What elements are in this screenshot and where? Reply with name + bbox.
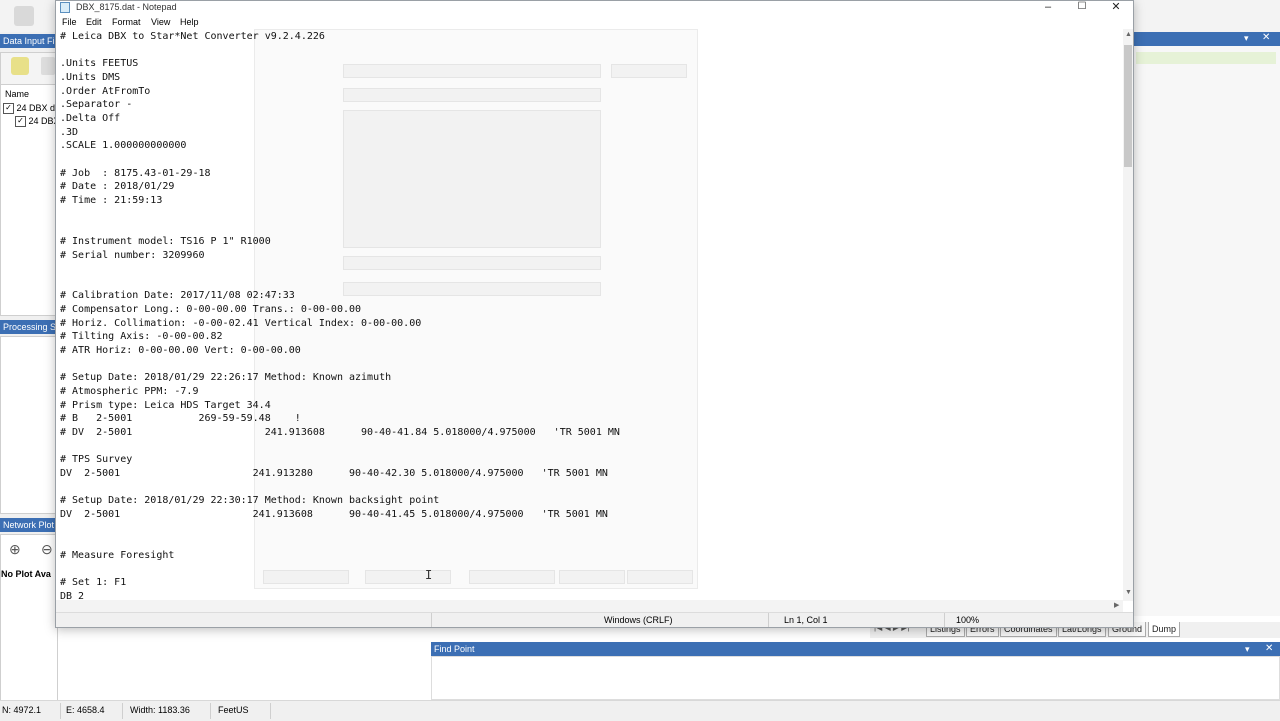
text-editor[interactable]: # Leica DBX to Star*Net Converter v9.2.4…	[60, 30, 1124, 600]
tree-item[interactable]: ✓ 24 DBX	[15, 116, 60, 128]
network-plot-pane-title: Network Plot	[0, 518, 58, 532]
menu-bar: File Edit Format View Help	[56, 15, 1133, 29]
notepad-status-bar: Windows (CRLF) Ln 1, Col 1 100%	[56, 612, 1133, 627]
pin-icon[interactable]: ▾	[1245, 642, 1250, 656]
text-cursor-icon: I	[425, 568, 433, 582]
right-pane	[1134, 46, 1280, 616]
close-pane-icon[interactable]: ✕	[1262, 32, 1270, 43]
star-icon[interactable]	[11, 57, 29, 75]
tab-dump[interactable]: Dump	[1148, 622, 1181, 637]
column-header-name: Name	[5, 89, 30, 99]
status-north: N: 4972.1	[2, 705, 42, 715]
scroll-down-icon[interactable]: ▼	[1125, 589, 1132, 597]
tree-item[interactable]: ✓ 24 DBX de	[3, 103, 60, 115]
status-line-ending: Windows (CRLF)	[604, 615, 673, 625]
notepad-window[interactable]: DBX_8175.dat - Notepad – ☐ ✕ File Edit F…	[55, 0, 1134, 628]
status-zoom: 100%	[956, 615, 980, 625]
no-plot-text: No Plot Ava	[1, 569, 51, 579]
processing-pane	[0, 336, 58, 514]
close-button[interactable]: ✕	[1099, 1, 1133, 15]
status-east: E: 4658.4	[66, 705, 105, 715]
menu-help[interactable]: Help	[180, 16, 199, 28]
window-title: DBX_8175.dat - Notepad	[76, 2, 177, 12]
menu-file[interactable]: File	[62, 16, 77, 28]
scroll-right-icon[interactable]: ▶	[1114, 602, 1119, 610]
close-pane-icon[interactable]: ✕	[1265, 642, 1273, 656]
processing-pane-title: Processing S	[0, 320, 58, 334]
add-icon[interactable]	[41, 57, 55, 75]
menu-format[interactable]: Format	[112, 16, 141, 28]
checkbox-checked-icon[interactable]: ✓	[15, 116, 26, 128]
status-units: FeetUS	[218, 705, 249, 715]
notepad-app-icon[interactable]	[60, 2, 70, 13]
highlighted-row[interactable]	[1136, 52, 1276, 64]
pin-icon[interactable]: ▾	[1244, 33, 1249, 44]
zoom-in-icon[interactable]: ⊕	[9, 541, 21, 558]
scroll-up-icon[interactable]: ▲	[1125, 31, 1132, 39]
zoom-out-icon[interactable]: ⊖	[41, 541, 53, 558]
checkbox-checked-icon[interactable]: ✓	[3, 103, 14, 115]
right-pane-title: ▾ ✕	[1134, 32, 1280, 46]
app-status-bar: N: 4972.1 E: 4658.4 Width: 1183.36 FeetU…	[0, 700, 430, 721]
app-status-bar-right	[430, 700, 1280, 721]
status-width: Width: 1183.36	[130, 705, 190, 715]
find-point-pane-title: Find Point ▾ ✕	[431, 642, 1280, 656]
vertical-scroll-thumb[interactable]	[1124, 45, 1132, 167]
status-cursor-position: Ln 1, Col 1	[784, 615, 828, 625]
maximize-button[interactable]: ☐	[1065, 1, 1099, 15]
data-input-toolbar	[0, 52, 58, 86]
left-panel: Data Input Fi Name ✓ 24 DBX de ✓ 24 DBX …	[0, 32, 60, 702]
network-plot-pane: ⊕ ⊖ No Plot Ava	[0, 534, 58, 702]
horizontal-scrollbar[interactable]: ▶	[56, 600, 1123, 612]
minimize-button[interactable]: –	[1031, 1, 1065, 15]
data-input-pane-title: Data Input Fi	[0, 34, 58, 48]
app-logo-icon[interactable]	[14, 6, 34, 26]
menu-view[interactable]: View	[151, 16, 170, 28]
menu-edit[interactable]: Edit	[86, 16, 102, 28]
notepad-titlebar[interactable]: DBX_8175.dat - Notepad – ☐ ✕	[56, 1, 1133, 15]
find-point-pane	[431, 656, 1280, 700]
file-tree: Name ✓ 24 DBX de ✓ 24 DBX	[0, 84, 60, 316]
